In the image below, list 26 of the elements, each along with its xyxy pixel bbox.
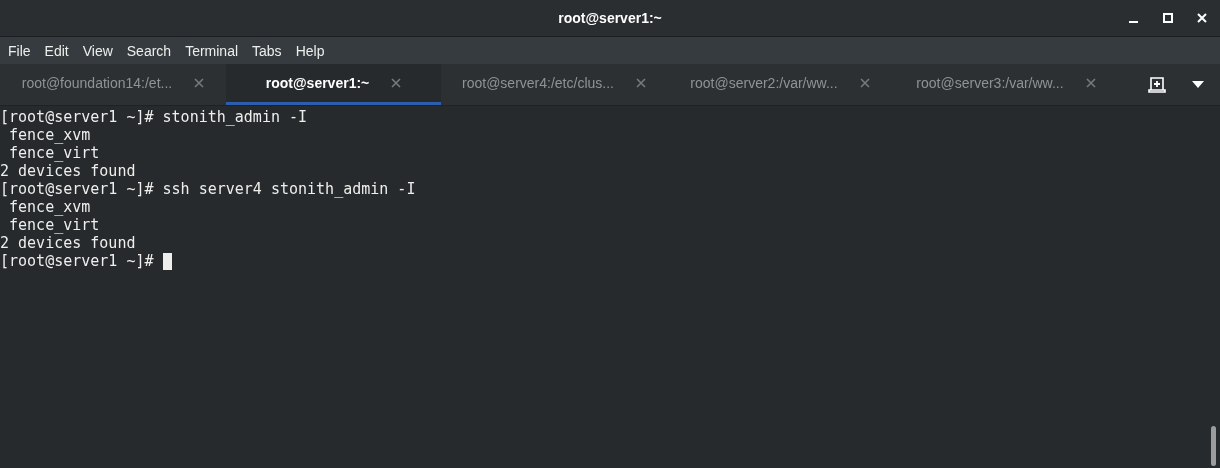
terminal-tab[interactable]: root@server3:/var/ww...	[893, 64, 1119, 105]
terminal-line: fence_xvm	[8, 198, 91, 216]
menu-item[interactable]: Terminal	[185, 42, 239, 59]
menu-item[interactable]: File	[8, 42, 31, 59]
terminal-line: [root@server1 ~]#	[0, 252, 155, 270]
menu-item[interactable]: Search	[126, 42, 172, 59]
scrollbar-thumb[interactable]	[1211, 426, 1216, 466]
terminal-line: fence_xvm	[8, 126, 91, 144]
new-tab-icon[interactable]	[1148, 76, 1166, 93]
terminal-line: fence_virt	[8, 216, 100, 234]
terminal-line: [root@server1 ~]# ssh server4 stonith_admin -I	[0, 180, 416, 198]
window-title: root@server1:~	[558, 10, 662, 26]
dropdown-icon[interactable]	[1192, 81, 1204, 88]
maximize-icon[interactable]	[1162, 12, 1174, 24]
menu-item[interactable]: Tabs	[252, 42, 282, 59]
terminal-tab[interactable]: root@server2:/var/ww...	[667, 64, 893, 105]
terminal-line: 2 devices found	[0, 162, 136, 180]
terminal-tab[interactable]: root@server4:/etc/clus...	[441, 64, 667, 105]
terminal-tab[interactable]: root@foundation14:/et...	[0, 64, 226, 105]
terminal-tab[interactable]: root@server1:~	[226, 64, 441, 105]
terminal-line: fence_virt	[8, 144, 100, 162]
terminal-line: [root@server1 ~]# stonith_admin -I	[0, 108, 308, 126]
terminal-line: 2 devices found	[0, 234, 136, 252]
menu-item[interactable]: View	[82, 42, 113, 59]
menu-item[interactable]: Help	[295, 42, 325, 59]
menu-item[interactable]: Edit	[44, 42, 69, 59]
